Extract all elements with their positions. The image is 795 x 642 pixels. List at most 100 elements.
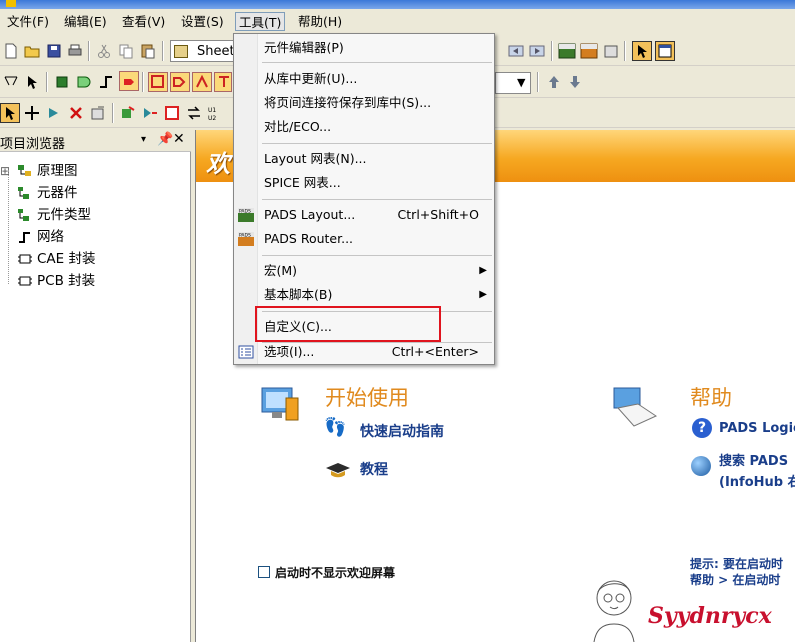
menu-item-label: SPICE 网表... bbox=[264, 175, 341, 190]
menu-item-basic-scripts[interactable]: 基本脚本(B) ▶ bbox=[259, 284, 493, 306]
wire-route-icon[interactable] bbox=[119, 104, 137, 122]
open-icon[interactable] bbox=[23, 42, 41, 60]
move-down-icon[interactable] bbox=[566, 73, 584, 91]
menu-separator bbox=[262, 62, 492, 63]
hide-welcome-label: 启动时不显示欢迎屏幕 bbox=[275, 566, 396, 580]
browser-header: 项目浏览器 ▾ 📌 ✕ bbox=[0, 130, 191, 152]
print-icon[interactable] bbox=[66, 42, 84, 60]
swap-pins-icon[interactable] bbox=[185, 104, 203, 122]
menu-item-layout-netlist[interactable]: Layout 网表(N)... bbox=[259, 148, 493, 170]
nets-icon bbox=[17, 230, 33, 244]
sheet-selector[interactable]: Sheet bbox=[170, 40, 235, 62]
add-power-icon[interactable] bbox=[192, 72, 212, 92]
add-ground-icon[interactable] bbox=[214, 72, 232, 92]
rotate-icon[interactable] bbox=[45, 104, 63, 122]
cut-icon[interactable] bbox=[95, 42, 113, 60]
menu-item-update-from-library[interactable]: 从库中更新(U)... bbox=[259, 68, 493, 90]
properties-edit-icon[interactable] bbox=[89, 104, 107, 122]
tutorial-link[interactable]: 教程 bbox=[360, 459, 388, 479]
watermark-signature: Syydnrycx bbox=[648, 603, 772, 629]
pads-logic-help-link[interactable]: PADS Logic bbox=[719, 421, 795, 436]
menu-item-label: 从库中更新(U)... bbox=[264, 71, 358, 86]
title-bar bbox=[0, 0, 795, 9]
sheet-label: Sheet bbox=[197, 44, 235, 59]
menu-tools[interactable]: 工具(T) bbox=[235, 12, 286, 31]
pin-dropdown-icon[interactable]: ▾ bbox=[141, 134, 146, 145]
getting-started-icon bbox=[258, 384, 304, 426]
options-list-icon bbox=[238, 344, 254, 360]
tree-label: 元器件 bbox=[37, 185, 78, 201]
getting-started-title: 开始使用 bbox=[325, 386, 409, 410]
properties-icon[interactable] bbox=[602, 42, 620, 60]
menu-item-options[interactable]: 选项(I)... Ctrl+<Enter> bbox=[259, 341, 493, 363]
pads-router-toolbar-icon[interactable] bbox=[580, 42, 598, 60]
paste-icon[interactable] bbox=[139, 42, 157, 60]
select-arrow-icon[interactable] bbox=[0, 103, 20, 123]
back-icon[interactable] bbox=[507, 42, 525, 60]
browser-title: 项目浏览器 bbox=[0, 137, 66, 152]
add-wire-icon[interactable] bbox=[97, 73, 115, 91]
pads-layout-icon: PADS bbox=[238, 207, 254, 223]
tree-label: 元件类型 bbox=[37, 207, 91, 223]
menu-item-save-offpage-to-library[interactable]: 将页间连接符保存到库中(S)... bbox=[259, 92, 493, 114]
browser-autohide-icon[interactable]: 📌 bbox=[157, 132, 173, 147]
menu-file[interactable]: 文件(F) bbox=[4, 12, 52, 31]
add-offpage-icon[interactable] bbox=[119, 71, 139, 91]
close-icon[interactable]: ✕ bbox=[173, 131, 185, 147]
quickstart-guide-link[interactable]: 快速启动指南 bbox=[360, 421, 444, 441]
add-gate-icon[interactable] bbox=[75, 73, 93, 91]
character-sketch bbox=[584, 574, 648, 642]
save-icon[interactable] bbox=[45, 42, 63, 60]
menu-item-macros[interactable]: 宏(M) ▶ bbox=[259, 260, 493, 282]
add-part-icon[interactable] bbox=[53, 73, 71, 91]
delete-icon[interactable] bbox=[67, 104, 85, 122]
menu-help[interactable]: 帮助(H) bbox=[295, 12, 345, 31]
forward-icon[interactable] bbox=[528, 42, 546, 60]
menu-item-compare-eco[interactable]: 对比/ECO... bbox=[259, 116, 493, 138]
menu-item-label: PADS Layout... bbox=[264, 207, 356, 222]
tree-label: PCB 封装 bbox=[37, 273, 96, 289]
menu-item-part-editor[interactable]: 元件编辑器(P) bbox=[259, 37, 493, 59]
swap-icon[interactable] bbox=[163, 104, 181, 122]
menu-settings[interactable]: 设置(S) bbox=[178, 12, 227, 31]
dropdown-arrow-icon: ▼ bbox=[517, 76, 526, 89]
annotation-highlight-box bbox=[255, 306, 441, 342]
hide-welcome-checkbox[interactable] bbox=[258, 566, 270, 578]
cae-decal-icon bbox=[17, 252, 33, 266]
submenu-arrow-icon: ▶ bbox=[479, 289, 487, 300]
tree-label: 网络 bbox=[37, 229, 64, 245]
connect-icon[interactable] bbox=[141, 104, 159, 122]
menu-item-shortcut: Ctrl+<Enter> bbox=[391, 344, 479, 359]
move-icon[interactable] bbox=[23, 104, 41, 122]
sheet-edit-icon[interactable] bbox=[2, 73, 20, 91]
globe-search-icon bbox=[691, 456, 711, 476]
renumber-icon[interactable]: U1 U2 bbox=[207, 104, 225, 122]
help-title: 帮助 bbox=[690, 386, 732, 410]
window-mode-icon[interactable] bbox=[655, 41, 675, 61]
menu-edit[interactable]: 编辑(E) bbox=[61, 12, 110, 31]
search-pads-link[interactable]: 搜索 PADS bbox=[719, 450, 788, 469]
menu-item-spice-netlist[interactable]: SPICE 网表... bbox=[259, 172, 493, 194]
svg-text:PADS: PADS bbox=[239, 233, 251, 239]
menu-item-label: PADS Router... bbox=[264, 231, 354, 246]
infohub-link[interactable]: (InfoHub 右 bbox=[719, 471, 795, 490]
copy-icon[interactable] bbox=[117, 42, 135, 60]
menu-item-pads-router[interactable]: PADS Router... bbox=[259, 228, 493, 250]
menu-item-pads-layout[interactable]: PADS Layout... Ctrl+Shift+O bbox=[259, 204, 493, 226]
menu-view[interactable]: 查看(V) bbox=[119, 12, 168, 31]
cursor-select-icon[interactable] bbox=[24, 73, 42, 91]
pads-layout-toolbar-icon[interactable] bbox=[558, 42, 576, 60]
layer-dropdown[interactable]: ▼ bbox=[495, 72, 531, 94]
sheet-icon bbox=[174, 45, 188, 58]
add-bus-icon[interactable] bbox=[148, 72, 168, 92]
new-icon[interactable] bbox=[2, 42, 20, 60]
select-mode-icon[interactable] bbox=[632, 41, 652, 61]
tip-text-line2: 帮助 > 在启动时 bbox=[690, 573, 781, 587]
menu-separator bbox=[262, 143, 492, 144]
app-icon bbox=[6, 0, 16, 7]
menu-item-label: 将页间连接符保存到库中(S)... bbox=[264, 95, 432, 110]
submenu-arrow-icon: ▶ bbox=[479, 265, 487, 276]
add-connector-icon[interactable] bbox=[170, 72, 190, 92]
move-up-icon[interactable] bbox=[545, 73, 563, 91]
menu-item-label: 宏(M) bbox=[264, 263, 298, 278]
